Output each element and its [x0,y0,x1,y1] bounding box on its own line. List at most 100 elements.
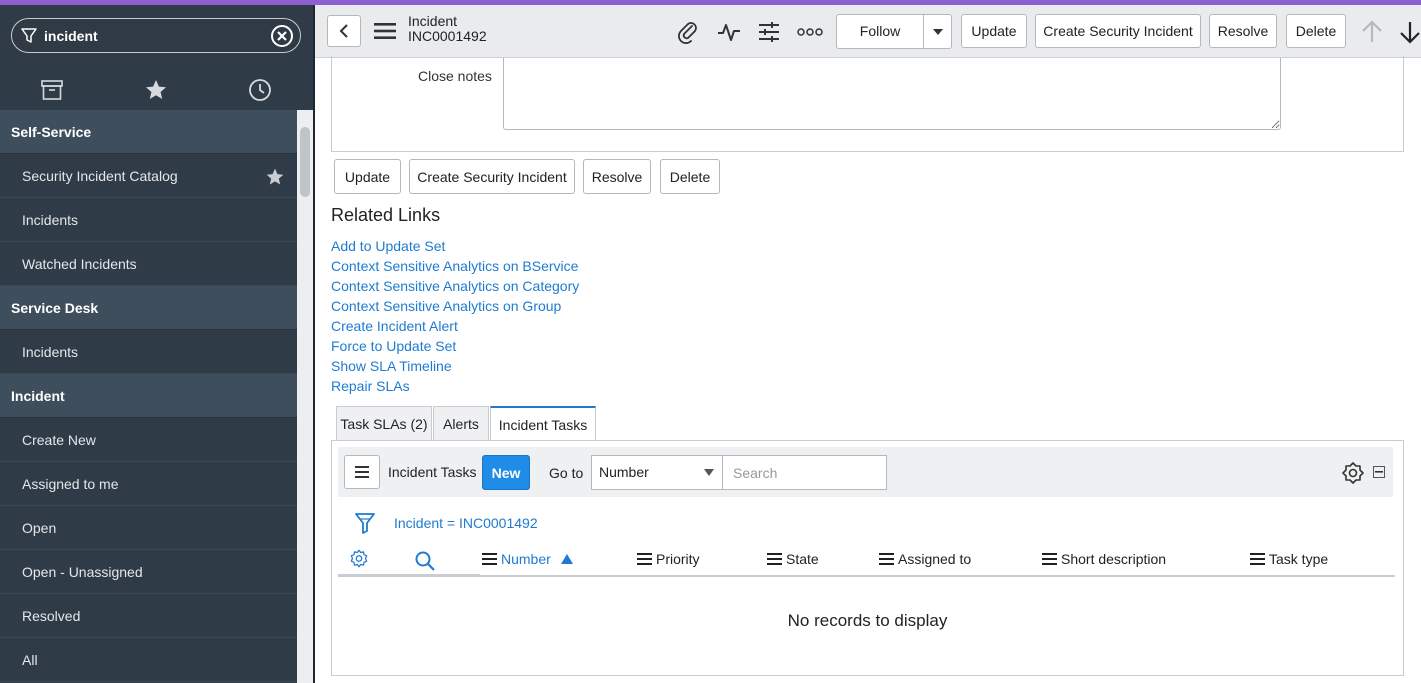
more-options-icon[interactable] [797,19,823,45]
form-section: Close notes [331,56,1404,152]
column-menu-icon[interactable] [767,553,782,565]
collapse-list-icon[interactable] [1373,466,1385,478]
navigator-scrollbar-thumb[interactable] [300,127,310,197]
favorite-star-icon[interactable] [265,167,285,187]
related-link-show-sla-timeline[interactable]: Show SLA Timeline [331,357,579,377]
empty-list-message: No records to display [787,611,948,630]
navigator-filter-input[interactable] [44,25,274,47]
column-label-task-type: Task type [1269,551,1329,567]
sort-ascending-icon [560,554,573,564]
caret-down-icon [932,28,943,35]
column-label-short-description: Short description [1061,551,1167,567]
bug-settings-icon[interactable] [1341,461,1365,485]
sidebar-item-watched-incidents[interactable]: Watched Incidents [0,242,297,286]
record-number: INC0001492 [408,28,487,44]
column-menu-icon[interactable] [637,553,652,565]
column-header-short-description[interactable]: Short description [1042,551,1166,567]
column-header-task-type[interactable]: Task type [1250,551,1328,567]
sidebar-item-label: Assigned to me [22,476,119,492]
column-menu-icon[interactable] [1042,553,1057,565]
header-resolve-button[interactable]: Resolve [1209,14,1277,48]
sidebar-item-label: Create New [22,432,96,448]
all-applications-icon[interactable] [37,75,67,105]
breadcrumb-condition-link[interactable]: Incident = INC0001492 [394,515,538,531]
record-table-name: Incident [408,13,458,29]
personalize-list-gear-icon[interactable] [349,549,369,569]
sidebar-item-label: Watched Incidents [22,256,137,272]
back-button[interactable] [327,15,361,47]
sidebar-item-incidents[interactable]: Incidents [0,198,297,242]
create-security-incident-button[interactable]: Create Security Incident [409,159,575,194]
related-link-create-incident-alert[interactable]: Create Incident Alert [331,317,579,337]
next-record-arrow-down-icon[interactable] [1397,19,1421,45]
filter-funnel-icon[interactable] [354,511,376,535]
form-header: Incident INC0001492 Follow Update Create… [315,5,1421,58]
related-link-repair-slas[interactable]: Repair SLAs [331,377,579,397]
related-link-context-sensitive-analytics-on-category[interactable]: Context Sensitive Analytics on Category [331,277,579,297]
related-link-add-to-update-set[interactable]: Add to Update Set [331,237,579,257]
sidebar-item-resolved[interactable]: Resolved [0,594,297,638]
follow-button[interactable]: Follow [837,15,923,48]
hamburger-icon [355,466,369,478]
sidebar-item-label: Incidents [22,212,79,228]
navigator-menu-list: Self-Service Security Incident Catalog Inc… [0,110,297,683]
clear-filter-icon[interactable] [270,24,294,48]
header-delete-button[interactable]: Delete [1286,14,1346,48]
list-search-input[interactable] [722,455,887,490]
header-update-button[interactable]: Update [961,14,1027,48]
column-menu-icon[interactable] [482,553,497,565]
chevron-left-icon [339,24,348,38]
goto-field-value: Number [599,464,649,480]
related-link-context-sensitive-analytics-on-bservice[interactable]: Context Sensitive Analytics on BService [331,257,579,277]
update-button[interactable]: Update [334,159,401,194]
form-body: Close notes Update Create Security Incid… [315,56,1421,683]
search-column-icon[interactable] [414,550,436,572]
history-clock-icon[interactable] [245,75,275,105]
tab-task-slas[interactable]: Task SLAs (2) [336,406,432,440]
activity-pulse-icon[interactable] [716,19,742,45]
record-title: Incident INC0001492 [408,14,487,44]
column-header-assigned-to[interactable]: Assigned to [879,551,971,567]
related-link-force-to-update-set[interactable]: Force to Update Set [331,337,579,357]
column-header-number[interactable]: Number [482,551,573,567]
resolve-button[interactable]: Resolve [583,159,651,194]
close-notes-textarea[interactable] [503,58,1281,130]
sidebar-item-label: All [22,652,38,668]
related-link-context-sensitive-analytics-on-group[interactable]: Context Sensitive Analytics on Group [331,297,579,317]
sidebar-item-open[interactable]: Open [0,506,297,550]
navigator-filter[interactable] [11,18,301,53]
sidebar-item-all[interactable]: All [0,638,297,682]
tab-incident-tasks[interactable]: Incident Tasks [490,406,596,440]
column-label-assigned-to: Assigned to [898,551,972,567]
navigator-tabs [0,65,313,113]
column-menu-icon[interactable] [879,553,894,565]
paperclip-icon[interactable] [675,19,701,45]
close-notes-label: Close notes [418,68,492,84]
sidebar-item-label: Incidents [22,344,79,360]
new-button[interactable]: New [482,455,530,490]
delete-button[interactable]: Delete [660,159,720,194]
previous-record-arrow-up-icon[interactable] [1359,19,1385,45]
sidebar-item-label: Open [22,520,57,536]
header-create-security-incident-button[interactable]: Create Security Incident [1035,14,1201,48]
favorites-star-icon[interactable] [141,75,171,105]
nav-section-incident[interactable]: Incident [0,374,297,418]
nav-section-self-service[interactable]: Self-Service [0,110,297,154]
follow-dropdown-button[interactable] [923,15,951,48]
column-header-priority[interactable]: Priority [637,551,700,567]
column-menu-icon[interactable] [1250,553,1265,565]
sidebar-item-security-incident-catalog[interactable]: Security Incident Catalog [0,154,297,198]
personalize-sliders-icon[interactable] [756,19,782,45]
sidebar-item-open-unassigned[interactable]: Open - Unassigned [0,550,297,594]
sidebar-item-create-new[interactable]: Create New [0,418,297,462]
column-header-state[interactable]: State [767,551,819,567]
nav-section-service-desk[interactable]: Service Desk [0,286,297,330]
filter-icon [21,28,37,43]
list-menu-button[interactable] [344,455,380,489]
context-menu-icon[interactable] [373,19,397,43]
goto-field-select[interactable]: Number [591,455,723,490]
sidebar-item-assigned-to-me[interactable]: Assigned to me [0,462,297,506]
sidebar-item-incidents[interactable]: Incidents [0,330,297,374]
tab-alerts[interactable]: Alerts [433,406,489,440]
incident-tasks-panel: Incident Tasks New Go to Number Incident… [331,440,1404,676]
